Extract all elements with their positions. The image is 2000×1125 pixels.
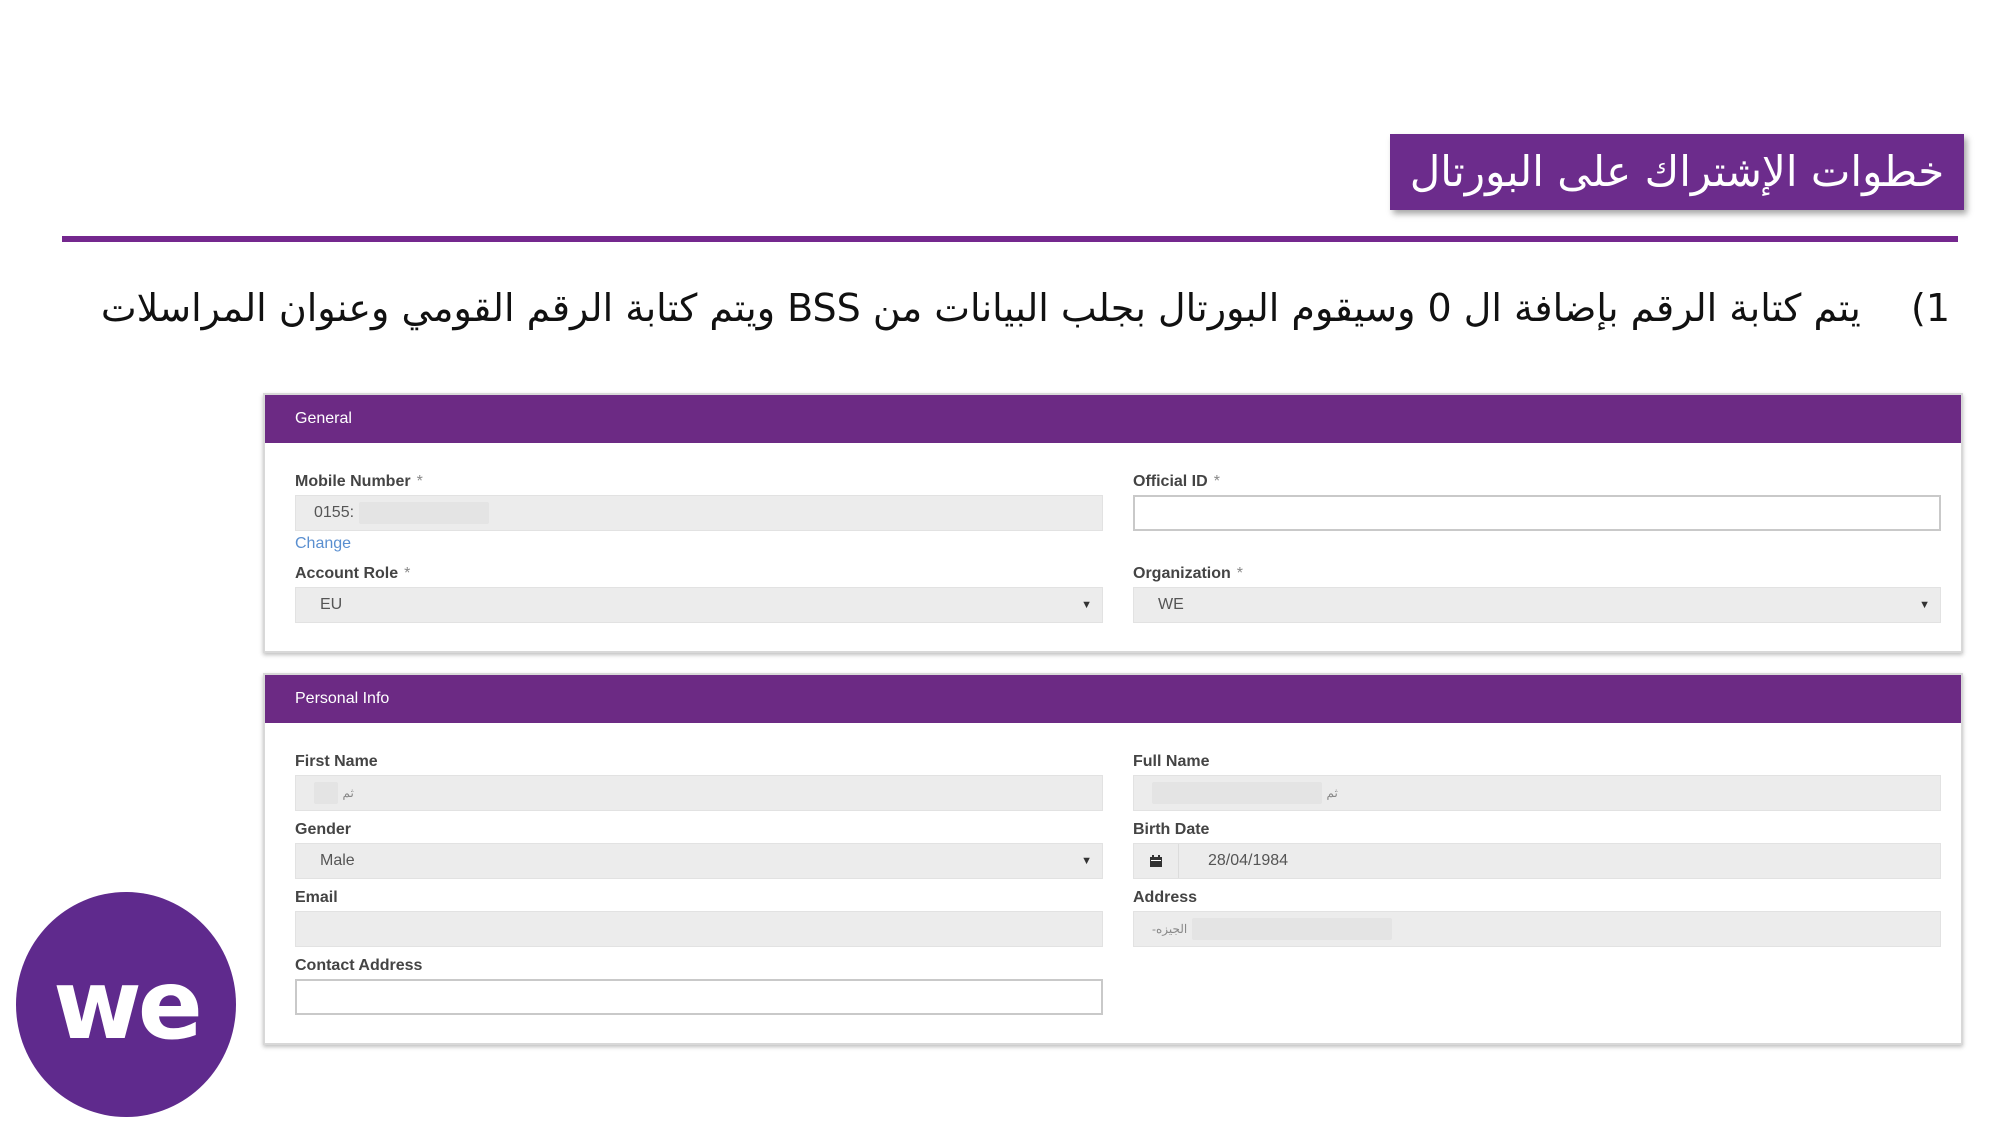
- calendar-icon[interactable]: [1134, 844, 1179, 878]
- personal-info-panel: Personal Info First Name ثم Full Name ثم…: [263, 673, 1963, 1045]
- organization-select[interactable]: WE ▼: [1133, 587, 1941, 623]
- official-id-label: Official ID *: [1133, 473, 1220, 490]
- caret-down-icon: ▼: [1081, 599, 1092, 611]
- caret-down-icon: ▼: [1081, 855, 1092, 867]
- we-logo: we: [16, 892, 236, 1117]
- account-role-select[interactable]: EU ▼: [295, 587, 1103, 623]
- address-field[interactable]: -الجيزه: [1133, 911, 1941, 947]
- mobile-number-field[interactable]: 0155:: [295, 495, 1103, 531]
- gender-select[interactable]: Male ▼: [295, 843, 1103, 879]
- mobile-number-label: Mobile Number *: [295, 473, 423, 490]
- full-name-label: Full Name: [1133, 753, 1210, 770]
- email-field[interactable]: [295, 911, 1103, 947]
- first-name-field[interactable]: ثم: [295, 775, 1103, 811]
- gender-value: Male: [320, 852, 355, 869]
- change-link[interactable]: Change: [295, 535, 351, 553]
- we-logo-text: we: [53, 948, 203, 1061]
- contact-address-field[interactable]: [295, 979, 1103, 1015]
- first-name-value: ثم: [342, 786, 354, 800]
- redacted-block: [314, 781, 338, 804]
- full-name-value: ثم: [1326, 786, 1338, 800]
- birth-date-field[interactable]: 28/04/1984: [1133, 843, 1941, 879]
- instruction-body: يتم كتابة الرقم بإضافة ال 0 وسيقوم البور…: [100, 286, 1861, 330]
- instruction-text: 1) يتم كتابة الرقم بإضافة ال 0 وسيقوم ال…: [70, 278, 1950, 338]
- caret-down-icon: ▼: [1919, 599, 1930, 611]
- contact-address-label: Contact Address: [295, 957, 423, 974]
- mobile-number-value: 0155:: [314, 504, 355, 521]
- general-panel: General Mobile Number * 0155: Change Offi…: [263, 393, 1963, 653]
- redacted-block: [1152, 781, 1322, 804]
- birth-date-value: 28/04/1984: [1208, 852, 1289, 869]
- account-role-label: Account Role *: [295, 565, 411, 582]
- address-label: Address: [1133, 889, 1198, 906]
- step-number: 1): [1910, 286, 1950, 330]
- full-name-field[interactable]: ثم: [1133, 775, 1941, 811]
- birth-date-label: Birth Date: [1133, 821, 1210, 838]
- account-role-value: EU: [320, 596, 343, 613]
- title-divider: [62, 236, 1958, 242]
- slide-title: خطوات الإشتراك على البورتال: [1390, 134, 1964, 210]
- personal-info-panel-header: Personal Info: [265, 675, 1961, 723]
- organization-label: Organization *: [1133, 565, 1244, 582]
- official-id-field[interactable]: [1133, 495, 1941, 531]
- email-label: Email: [295, 889, 338, 906]
- redacted-block: [1191, 917, 1392, 940]
- general-panel-header: General: [265, 395, 1961, 443]
- address-value: -الجيزه: [1152, 922, 1188, 936]
- redacted-block: [358, 501, 489, 524]
- gender-label: Gender: [295, 821, 352, 838]
- organization-value: WE: [1158, 596, 1184, 613]
- first-name-label: First Name: [295, 753, 378, 770]
